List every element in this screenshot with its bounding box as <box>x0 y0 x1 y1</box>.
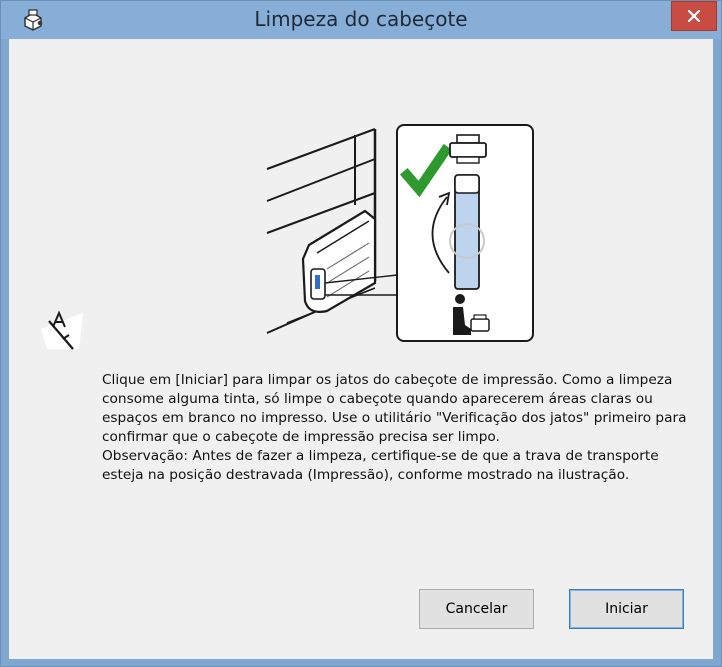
print-head-lock-illustration <box>257 123 535 353</box>
head-cleaning-dialog: Limpeza do cabeçote Clique em [Iniciar] … <box>0 0 722 667</box>
instructions-text: Clique em [Iniciar] para limpar os jatos… <box>102 371 702 485</box>
dialog-content: Clique em [Iniciar] para limpar os jatos… <box>9 39 713 659</box>
instructions-paragraph: Clique em [Iniciar] para limpar os jatos… <box>102 372 687 445</box>
cancel-button[interactable]: Cancelar <box>419 589 534 629</box>
window-title: Limpeza do cabeçote <box>254 7 468 31</box>
close-button[interactable] <box>671 1 717 31</box>
close-icon <box>687 7 701 26</box>
note-paragraph: Observação: Antes de fazer a limpeza, ce… <box>102 448 659 483</box>
auto-tool-icon <box>39 309 89 353</box>
start-button[interactable]: Iniciar <box>569 589 684 629</box>
title-bar[interactable]: Limpeza do cabeçote <box>1 1 721 39</box>
